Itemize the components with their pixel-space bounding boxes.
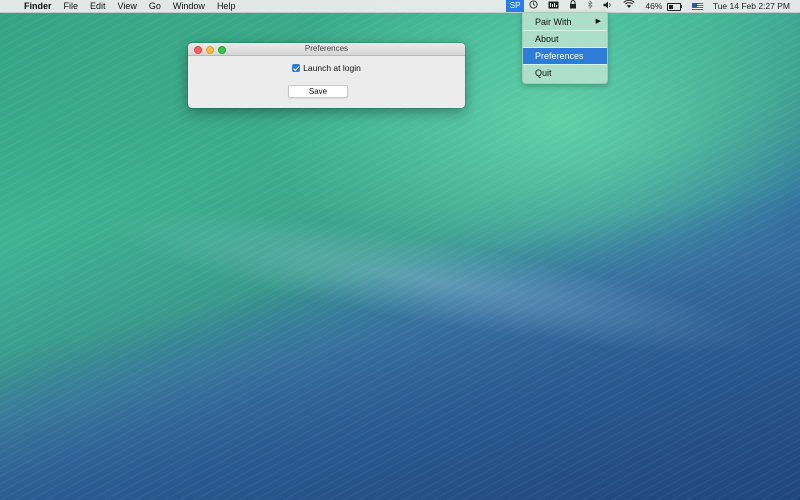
sp-icon[interactable]: SP (505, 0, 525, 12)
sp-dropdown-menu: Pair With ▶ About Preferences Quit (522, 12, 608, 84)
launch-at-login-label[interactable]: Launch at login (303, 63, 361, 73)
menu-item-label: About (535, 34, 559, 44)
window-title: Preferences (304, 44, 349, 53)
menu-item-preferences[interactable]: Preferences (523, 48, 607, 64)
us-flag-icon[interactable] (687, 0, 708, 12)
launch-at-login-row: Launch at login (188, 62, 465, 74)
battery-icon (666, 2, 681, 11)
submenu-arrow-icon: ▶ (595, 18, 601, 25)
menu-go[interactable]: Go (143, 0, 167, 12)
battery-fill (668, 4, 674, 9)
menu-view[interactable]: View (112, 0, 143, 12)
menu-window[interactable]: Window (167, 0, 211, 12)
menu-item-label: Pair With (535, 17, 572, 27)
bluetooth-icon[interactable] (582, 0, 598, 12)
preferences-window: Preferences Launch at login Save (188, 43, 465, 108)
menu-item-pair-with[interactable]: Pair With ▶ (523, 14, 607, 30)
menu-bar: Finder File Edit View Go Window Help SP … (0, 0, 800, 13)
wifi-icon[interactable] (618, 0, 640, 12)
menu-finder[interactable]: Finder (18, 0, 58, 12)
clock-icon[interactable] (524, 0, 543, 12)
menu-item-about[interactable]: About (523, 31, 607, 47)
menu-file[interactable]: File (58, 0, 85, 12)
menu-help[interactable]: Help (211, 0, 242, 12)
menu-item-quit[interactable]: Quit (523, 65, 607, 81)
battery-tip (680, 5, 682, 9)
battery-percent: 46% (645, 1, 663, 11)
lock-icon[interactable] (564, 0, 582, 12)
window-titlebar[interactable]: Preferences (188, 43, 465, 56)
save-button[interactable]: Save (288, 85, 348, 98)
launch-at-login-checkbox[interactable] (292, 64, 301, 72)
menubar-clock[interactable]: Tue 14 Feb 2:27 PM (708, 0, 800, 12)
menu-item-label: Preferences (535, 51, 584, 61)
menu-item-label: Quit (535, 68, 552, 78)
speaker-icon[interactable] (598, 0, 618, 12)
battery-status[interactable]: 46% (640, 0, 686, 12)
cpu-icon[interactable] (543, 0, 564, 12)
menu-edit[interactable]: Edit (84, 0, 112, 12)
